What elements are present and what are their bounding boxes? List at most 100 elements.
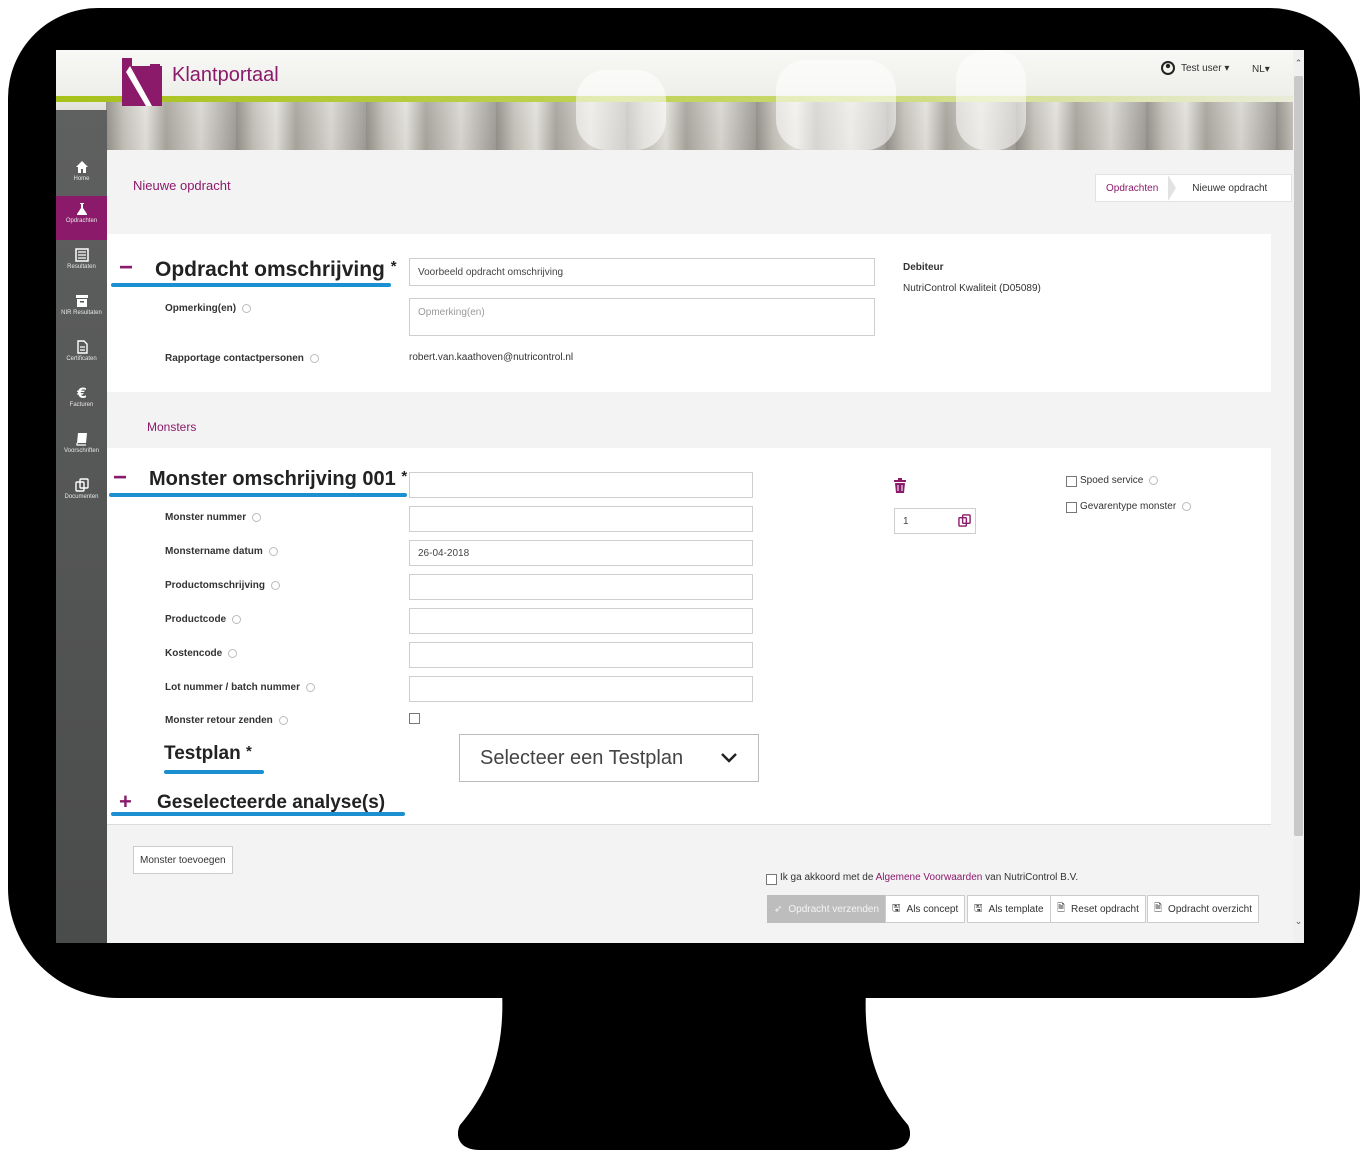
product-description-input[interactable]: [409, 574, 753, 600]
sidebar-item-resultaten[interactable]: Resultaten: [56, 242, 107, 286]
testplan-select[interactable]: Selecteer een Testplan: [459, 734, 759, 782]
contacts-label: Rapportage contactpersonen: [165, 353, 319, 364]
scroll-down-icon[interactable]: ⌄: [1293, 916, 1304, 927]
contacts-value: robert.van.kaathoven@nutricontrol.nl: [409, 352, 574, 363]
debtor-label: Debiteur: [903, 262, 944, 273]
hazard-sample-checkbox[interactable]: [1066, 502, 1077, 513]
hazard-sample-label: Gevarentype monster: [1080, 501, 1192, 512]
screen: Klantportaal Test user ▾ NL▾ ⌃ ⌄ Home Op…: [56, 50, 1304, 943]
duplicate-icon[interactable]: [958, 514, 971, 527]
sample-number-input[interactable]: [409, 506, 753, 532]
book-icon: [75, 433, 87, 446]
collapse-order-icon[interactable]: −: [119, 256, 133, 280]
info-icon: [309, 353, 319, 363]
sidebar-item-nir-resultaten[interactable]: NIR Resultaten: [56, 288, 107, 332]
order-description-heading: Opdracht omschrijving *: [155, 258, 397, 281]
copy-icon: [74, 478, 89, 492]
info-icon: [268, 546, 278, 556]
app-title[interactable]: Klantportaal: [172, 64, 279, 87]
testplan-select-value: Selecteer een Testplan: [480, 746, 684, 769]
user-menu[interactable]: Test user ▾: [1161, 60, 1229, 76]
remarks-textarea[interactable]: Opmerking(en): [409, 298, 875, 336]
document-icon: [76, 340, 88, 354]
sidebar-item-voorschriften[interactable]: Voorschriften: [56, 426, 107, 470]
sidebar-item-label: Documenten: [64, 494, 99, 500]
sample-date-input[interactable]: 26-04-2018: [409, 540, 753, 566]
sidebar-item-label: Facturen: [69, 402, 94, 408]
sidebar-item-label: Resultaten: [67, 264, 96, 270]
trash-icon[interactable]: [894, 478, 906, 493]
lot-number-label: Lot nummer / batch nummer: [165, 682, 316, 693]
sample-number-label: Monster nummer: [165, 512, 262, 523]
sidebar: Home Opdrachten Resultaten NIR Resultate…: [56, 110, 107, 943]
heading-underline: [109, 493, 407, 497]
scrollbar-thumb[interactable]: [1294, 76, 1303, 836]
sidebar-item-certificaten[interactable]: Certificaten: [56, 334, 107, 378]
user-name: Test user ▾: [1181, 62, 1230, 74]
analyses-heading: Geselecteerde analyse(s): [157, 792, 386, 813]
document-icon: 🗎: [1057, 902, 1066, 914]
order-description-input[interactable]: Voorbeeld opdracht omschrijving: [409, 258, 875, 286]
archive-icon: [75, 295, 88, 307]
order-overview-button[interactable]: 🗎 Opdracht overzicht: [1147, 895, 1259, 923]
collapse-sample-icon[interactable]: −: [113, 466, 127, 490]
nutricontrol-logo[interactable]: [122, 58, 162, 106]
scrollbar[interactable]: ⌃ ⌄: [1293, 50, 1304, 943]
sidebar-item-label: Home: [73, 176, 90, 182]
euro-icon: €: [76, 386, 87, 400]
sample-description-input[interactable]: [409, 472, 753, 498]
list-icon: [74, 248, 89, 262]
terms-link[interactable]: Algemene Voorwaarden: [876, 872, 983, 883]
flask-icon: [76, 203, 87, 215]
add-sample-button[interactable]: Monster toevoegen: [133, 846, 233, 874]
product-description-label: Productomschrijving: [165, 580, 281, 591]
cost-code-label: Kostencode: [165, 648, 238, 659]
sidebar-item-facturen[interactable]: € Facturen: [56, 380, 107, 424]
return-sample-checkbox[interactable]: [409, 713, 420, 724]
breadcrumb-current: Nieuwe opdracht: [1192, 182, 1268, 194]
sidebar-item-home[interactable]: Home: [56, 154, 107, 198]
sidebar-item-documenten[interactable]: Documenten: [56, 472, 107, 516]
info-icon: [306, 682, 316, 692]
info-icon: [1182, 501, 1192, 511]
page-title: Nieuwe opdracht: [133, 178, 231, 193]
reset-order-button[interactable]: 🗎 Reset opdracht: [1050, 895, 1146, 923]
sample-description-heading: Monster omschrijving 001 *: [149, 468, 408, 490]
main-content: Nieuwe opdracht Opdrachten Nieuwe opdrac…: [107, 150, 1293, 943]
product-code-input[interactable]: [409, 608, 753, 634]
info-icon: [228, 648, 238, 658]
send-order-button[interactable]: ➶ Opdracht verzenden: [767, 895, 887, 923]
expand-analyses-icon[interactable]: +: [119, 791, 132, 813]
samples-section-title: Monsters: [147, 420, 197, 434]
home-icon: [75, 161, 88, 173]
language-menu[interactable]: NL▾: [1252, 64, 1270, 75]
cost-code-input[interactable]: [409, 642, 753, 668]
save-template-button[interactable]: 🖫 Als template: [967, 895, 1051, 923]
lot-number-input[interactable]: [409, 676, 753, 702]
express-service-checkbox[interactable]: [1066, 476, 1077, 487]
heading-underline: [164, 770, 264, 774]
app-header: Klantportaal Test user ▾ NL▾: [56, 50, 1293, 150]
info-icon: [252, 512, 262, 522]
product-code-label: Productcode: [165, 614, 242, 625]
sidebar-item-label: NIR Resultaten: [61, 310, 102, 316]
agree-terms-checkbox[interactable]: [766, 874, 777, 885]
send-icon: ➶: [774, 903, 783, 915]
heading-underline: [111, 283, 391, 287]
document-icon: 🗎: [1154, 902, 1163, 914]
breadcrumb-opdrachten[interactable]: Opdrachten: [1096, 183, 1168, 194]
sidebar-item-label: Certificaten: [66, 356, 97, 362]
sidebar-item-label: Opdrachten: [65, 218, 98, 224]
breadcrumb: Opdrachten Nieuwe opdracht: [1095, 174, 1293, 202]
save-concept-button[interactable]: 🖫 Als concept: [885, 895, 966, 923]
user-icon: [1161, 61, 1175, 75]
sidebar-item-opdrachten[interactable]: Opdrachten: [56, 196, 107, 240]
divider: [107, 824, 1271, 825]
return-sample-label: Monster retour zenden: [165, 715, 288, 726]
agree-terms-text: Ik ga akkoord met de Algemene Voorwaarde…: [780, 872, 1079, 883]
sidebar-item-label: Voorschriften: [63, 448, 100, 454]
info-icon: [271, 580, 281, 590]
info-icon: [232, 614, 242, 624]
info-icon: [278, 715, 288, 725]
scroll-up-icon[interactable]: ⌃: [1293, 58, 1304, 69]
